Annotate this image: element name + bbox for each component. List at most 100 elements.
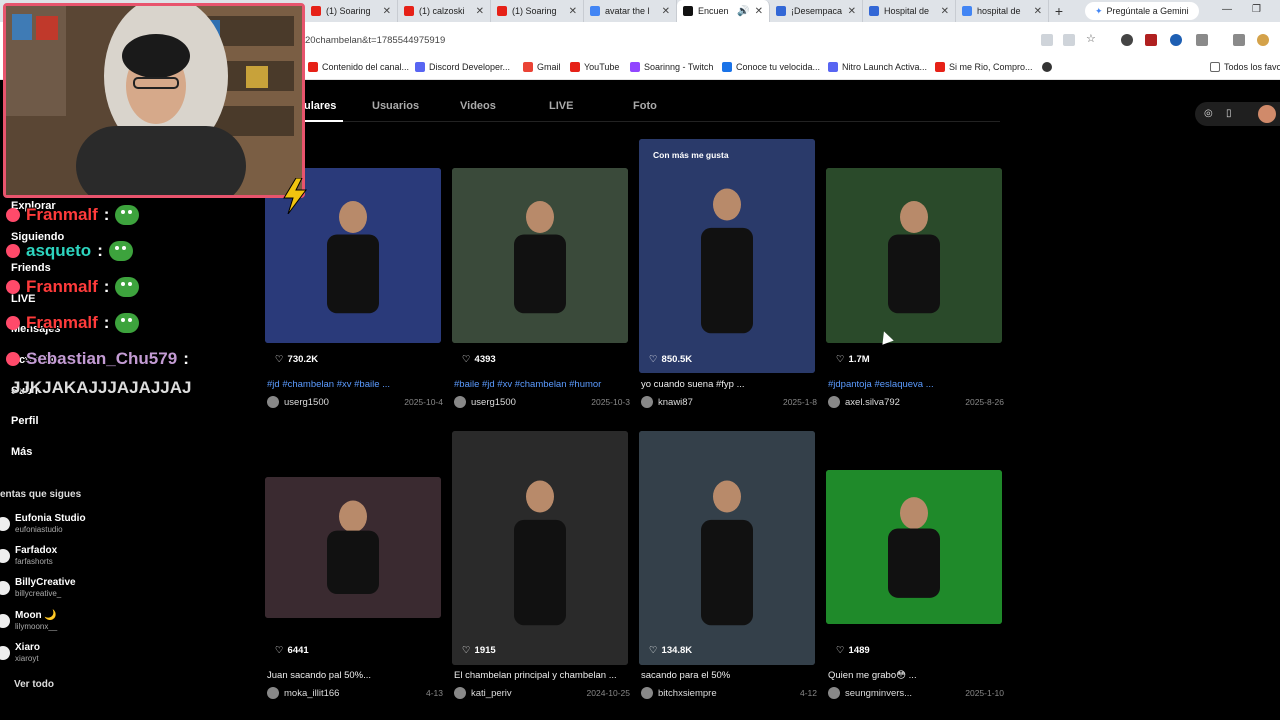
heart-icon: ♡ [836, 645, 845, 656]
tab-videos[interactable]: Videos [460, 100, 496, 112]
extension-icon-3[interactable] [1170, 34, 1182, 46]
compass-icon[interactable]: ◎ [1204, 108, 1213, 119]
video-description[interactable]: #jd #chambelan #xv #baile ... [267, 379, 443, 390]
bookmark-item[interactable]: Discord Developer... [415, 62, 510, 72]
video-author[interactable]: knawi87 2025-1-8 [641, 396, 817, 408]
bookmark-item[interactable]: Soarinng - Twitch [630, 62, 713, 72]
see-all-link[interactable]: Ver todo [14, 679, 54, 690]
sidebar-item-perfil[interactable]: Perfil [11, 415, 39, 427]
maximize-icon[interactable]: ❐ [1252, 4, 1261, 15]
video-author[interactable]: seungminvers... 2025-1-10 [828, 687, 1004, 699]
video-thumbnail[interactable] [639, 431, 815, 665]
following-account[interactable]: Xiaro xiaroyt [0, 642, 200, 670]
following-account[interactable]: BillyCreative billycreative_ [0, 577, 200, 605]
bookmark-item[interactable]: Contenido del canal... [308, 62, 409, 72]
video-author[interactable]: kati_periv 2024-10-25 [454, 687, 630, 699]
phone-icon[interactable]: ▯ [1226, 108, 1232, 119]
close-icon[interactable]: ✕ [1034, 6, 1042, 17]
chat-colon: : [97, 241, 103, 260]
chat-username: Franmalf [26, 313, 98, 332]
close-icon[interactable]: ✕ [476, 6, 484, 17]
video-thumbnail[interactable] [452, 431, 628, 665]
globe-icon[interactable] [1042, 62, 1052, 72]
video-author[interactable]: axel.silva792 2025-8-26 [828, 396, 1004, 408]
video-thumbnail[interactable]: Con más me gusta [639, 139, 815, 373]
extension-icon-2[interactable] [1145, 34, 1157, 46]
close-icon[interactable]: ✕ [755, 6, 763, 17]
avatar[interactable] [1258, 105, 1276, 123]
chat-username: Franmalf [26, 277, 98, 296]
heart-icon: ♡ [649, 645, 658, 656]
bookmark-item[interactable]: YouTube [570, 62, 619, 72]
video-description[interactable]: sacando para el 50% [641, 670, 817, 681]
tab-live[interactable]: LIVE [549, 100, 573, 112]
browser-tab[interactable]: Hospital de ✕ [863, 0, 956, 22]
chat-username: Franmalf [26, 205, 98, 224]
video-description[interactable]: Juan sacando pal 50%... [267, 670, 443, 681]
browser-tab[interactable]: (1) Soaring ✕ [305, 0, 398, 22]
sidebar-item-friends[interactable]: Friends [11, 262, 51, 274]
thumbnail-image [452, 431, 628, 665]
star-icon[interactable]: ☆ [1086, 32, 1098, 45]
profile-icon[interactable] [1257, 34, 1269, 46]
close-icon[interactable]: ✕ [383, 6, 391, 17]
video-date: 4-12 [799, 688, 817, 698]
video-description[interactable]: Quien me grabo😳 ... [828, 670, 1004, 681]
translate-icon[interactable] [1041, 34, 1053, 46]
video-description[interactable]: #baile #jd #xv #chambelan #humor [454, 379, 630, 390]
minimize-icon[interactable]: — [1222, 4, 1232, 15]
account-avatar [0, 581, 10, 595]
tab-usuarios[interactable]: Usuarios [372, 100, 419, 112]
likes-count: ♡ 1489 [836, 645, 870, 656]
video-description[interactable]: El chambelan principal y chambelan ... [454, 670, 630, 681]
close-icon[interactable]: ✕ [662, 6, 670, 17]
video-thumbnail[interactable] [826, 470, 1002, 624]
browser-tab[interactable]: Encuen 🔊 ✕ [677, 0, 770, 22]
all-bookmarks[interactable]: Todos los favo [1210, 62, 1280, 72]
author-avatar [267, 396, 279, 408]
following-account[interactable]: Eufonia Studio eufoniastudio [0, 513, 200, 541]
bookmark-item[interactable]: Gmail [523, 62, 561, 72]
browser-tab[interactable]: ¡Desempaca ✕ [770, 0, 863, 22]
extension-icon[interactable] [1121, 34, 1133, 46]
puzzle-icon[interactable] [1196, 34, 1208, 46]
bookmark-favicon-icon [935, 62, 945, 72]
browser-tab[interactable]: (1) calzoski ✕ [398, 0, 491, 22]
likes-count: ♡ 1.7M [836, 354, 870, 365]
close-icon[interactable]: ✕ [941, 6, 949, 17]
following-account[interactable]: Farfadox farfashorts [0, 545, 200, 573]
reading-list-icon[interactable] [1233, 34, 1245, 46]
author-name: knawi87 [658, 396, 693, 408]
video-thumbnail[interactable] [826, 168, 1002, 343]
account-avatar [0, 517, 10, 531]
video-author[interactable]: bitchxsiempre 4-12 [641, 687, 817, 699]
author-avatar [641, 396, 653, 408]
video-author[interactable]: moka_illit166 4-13 [267, 687, 443, 699]
tab-foto[interactable]: Foto [633, 100, 657, 112]
bookmark-item[interactable]: Conoce tu velocida... [722, 62, 820, 72]
sidebar-item-ms[interactable]: Más [11, 446, 32, 458]
video-thumbnail[interactable] [452, 168, 628, 343]
close-icon[interactable]: ✕ [569, 6, 577, 17]
following-account[interactable]: Moon 🌙 lilymoonx__ [0, 610, 200, 638]
video-thumbnail[interactable] [265, 477, 441, 618]
speaker-icon[interactable]: 🔊 [737, 6, 749, 17]
tab-populares[interactable]: ulares [304, 100, 336, 112]
new-tab-button[interactable]: + [1049, 3, 1069, 19]
likes-count: ♡ 134.8K [649, 645, 693, 656]
video-description[interactable]: yo cuando suena #fyp ... [641, 379, 817, 390]
bookmark-item[interactable]: Si me Rio, Compro... [935, 62, 1033, 72]
browser-tab[interactable]: (1) Soaring ✕ [491, 0, 584, 22]
video-description[interactable]: #jdpantoja #eslaqueva ... [828, 379, 1004, 390]
browser-tab[interactable]: hospital de ✕ [956, 0, 1049, 22]
gemini-button[interactable]: ✦ Pregúntale a Gemini [1085, 2, 1199, 20]
bookmark-item[interactable]: Nitro Launch Activa... [828, 62, 927, 72]
cast-icon[interactable] [1063, 34, 1075, 46]
tab-favicon-icon [683, 6, 693, 16]
video-author[interactable]: userg1500 2025-10-3 [454, 396, 630, 408]
url-text[interactable]: 20chambelan&t=1785544975919 [305, 35, 445, 46]
browser-tab[interactable]: avatar the l ✕ [584, 0, 677, 22]
close-icon[interactable]: ✕ [848, 6, 856, 17]
chat-badge-icon [6, 352, 20, 366]
video-author[interactable]: userg1500 2025-10-4 [267, 396, 443, 408]
